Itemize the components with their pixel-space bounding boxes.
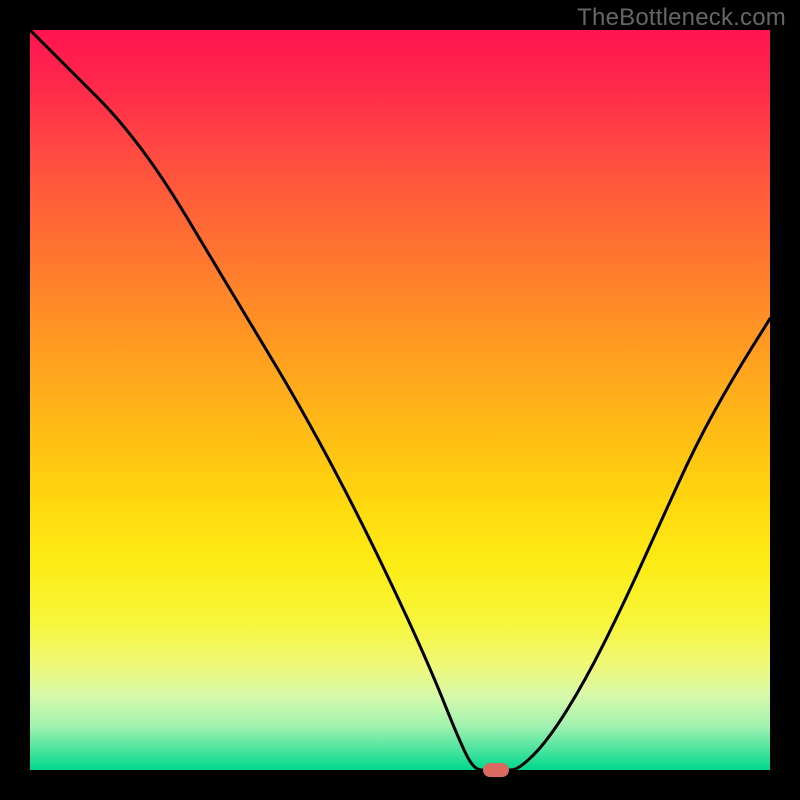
chart-frame: TheBottleneck.com xyxy=(0,0,800,800)
chart-curve xyxy=(30,30,770,770)
watermark-label: TheBottleneck.com xyxy=(577,4,786,32)
minimum-marker xyxy=(483,763,509,777)
plot-area xyxy=(30,30,770,770)
chart-curve-svg xyxy=(30,30,770,770)
